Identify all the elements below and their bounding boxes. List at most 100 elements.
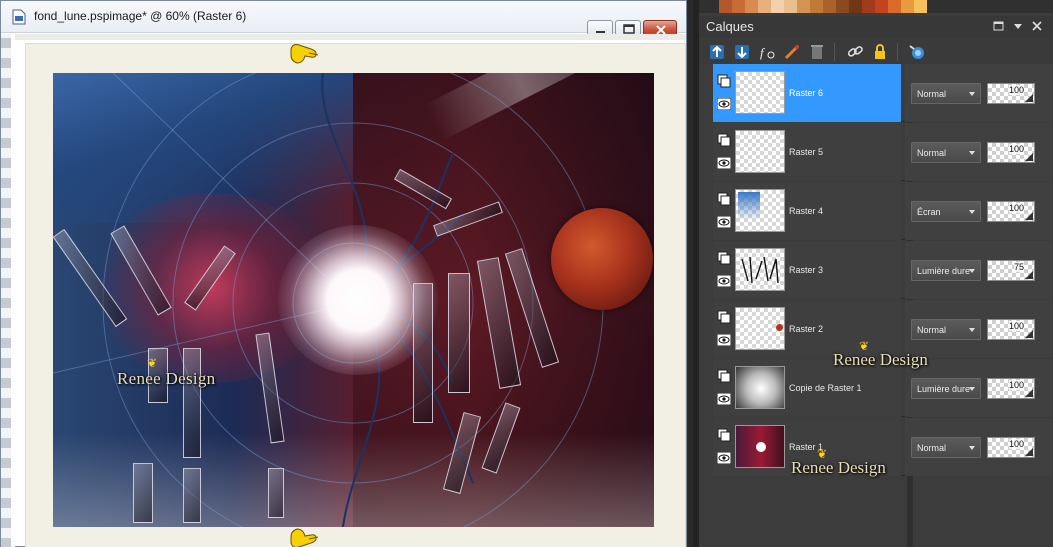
opacity-slider-handle-icon[interactable] — [1025, 389, 1033, 397]
opacity-value: 100 — [1008, 439, 1024, 449]
new-mask-layer-icon[interactable] — [732, 42, 752, 62]
layer-thumbnail[interactable] — [735, 248, 785, 291]
color-swatch[interactable] — [862, 0, 875, 13]
toolbar-separator — [834, 43, 835, 61]
layer-type-icon[interactable] — [717, 192, 731, 206]
new-layer-icon[interactable] — [707, 42, 727, 62]
color-palette-strip[interactable] — [699, 0, 1053, 13]
visibility-eye-icon[interactable] — [717, 157, 731, 169]
color-swatch[interactable] — [875, 0, 888, 13]
layer-thumbnail[interactable] — [735, 189, 785, 232]
art-shard — [183, 348, 201, 458]
chevron-down-icon — [969, 446, 975, 450]
chevron-down-icon — [969, 210, 975, 214]
layers-panel-titlebar[interactable]: Calques — [699, 16, 1053, 38]
layer-type-icon[interactable] — [717, 310, 731, 324]
layer-name-area[interactable]: Raster 4 — [713, 182, 901, 240]
layer-thumbnail[interactable] — [735, 425, 785, 468]
visibility-eye-icon[interactable] — [717, 334, 731, 346]
layer-type-icon[interactable] — [717, 133, 731, 147]
visibility-eye-icon[interactable] — [717, 98, 731, 110]
layer-name-area[interactable]: Raster 5 — [713, 123, 901, 181]
layer-row[interactable]: Raster 6 Normal 100 — [713, 64, 1053, 122]
link-layers-icon[interactable] — [845, 42, 865, 62]
chevron-down-icon — [969, 269, 975, 273]
delete-layer-icon[interactable] — [807, 42, 827, 62]
panel-close-icon[interactable] — [1031, 20, 1043, 32]
layer-type-icon[interactable] — [717, 428, 731, 442]
color-swatch[interactable] — [914, 0, 927, 13]
layer-thumbnail[interactable] — [735, 307, 785, 350]
visibility-eye-icon[interactable] — [717, 216, 731, 228]
opacity-field[interactable]: 100 — [987, 378, 1035, 399]
opacity-field[interactable]: 100 — [987, 201, 1035, 222]
opacity-slider-handle-icon[interactable] — [1025, 448, 1033, 456]
layer-thumbnail[interactable] — [735, 71, 785, 114]
opacity-field[interactable]: 100 — [987, 83, 1035, 104]
color-swatch[interactable] — [901, 0, 914, 13]
art-shard — [133, 463, 153, 523]
blend-mode-dropdown[interactable]: Lumière dure — [911, 378, 981, 399]
color-swatch[interactable] — [771, 0, 784, 13]
image-canvas[interactable]: ❦ Renee Design — [25, 43, 686, 547]
chevron-down-icon — [969, 387, 975, 391]
visibility-eye-icon[interactable] — [717, 275, 731, 287]
opacity-field[interactable]: 75 — [987, 260, 1035, 281]
color-swatch[interactable] — [888, 0, 901, 13]
layer-thumbnail[interactable] — [735, 366, 785, 409]
image-window-titlebar[interactable]: fond_lune.pspimage* @ 60% (Raster 6) — [1, 1, 686, 38]
artwork: ❦ Renee Design — [53, 73, 654, 527]
opacity-field[interactable]: 100 — [987, 437, 1035, 458]
blend-mode-dropdown[interactable]: Écran — [911, 201, 981, 222]
layer-name-area[interactable]: Raster 3 — [713, 241, 901, 299]
visibility-eye-icon[interactable] — [717, 393, 731, 405]
layer-effects-icon[interactable]: f — [757, 42, 777, 62]
blend-mode-value: Lumière dure — [917, 384, 971, 394]
opacity-slider-handle-icon[interactable] — [1025, 330, 1033, 338]
transparency-strip — [1, 34, 15, 547]
opacity-slider-handle-icon[interactable] — [1025, 94, 1033, 102]
layer-type-icon[interactable] — [717, 369, 731, 383]
color-swatch[interactable] — [823, 0, 836, 13]
color-swatch[interactable] — [784, 0, 797, 13]
opacity-slider-handle-icon[interactable] — [1025, 271, 1033, 279]
lock-icon[interactable] — [870, 42, 890, 62]
color-swatch[interactable] — [797, 0, 810, 13]
blend-mode-value: Lumière dure — [917, 266, 971, 276]
layer-row[interactable]: Raster 3 Lumière dure 75 — [713, 241, 1053, 299]
color-swatch[interactable] — [745, 0, 758, 13]
layer-row[interactable]: Raster 4 Écran 100 — [713, 182, 1053, 240]
color-swatch[interactable] — [810, 0, 823, 13]
blend-mode-dropdown[interactable]: Normal — [911, 142, 981, 163]
art-shard — [413, 283, 433, 423]
blend-mode-dropdown[interactable]: Normal — [911, 83, 981, 104]
visibility-eye-icon[interactable] — [717, 452, 731, 464]
color-swatch[interactable] — [836, 0, 849, 13]
art-watermark: Renee Design — [117, 369, 216, 388]
opacity-slider-handle-icon[interactable] — [1025, 212, 1033, 220]
blend-mode-dropdown[interactable]: Normal — [911, 319, 981, 340]
adjustment-layer-icon[interactable] — [782, 42, 802, 62]
opacity-field[interactable]: 100 — [987, 319, 1035, 340]
color-swatch[interactable] — [719, 0, 732, 13]
layer-type-icon[interactable] — [717, 74, 731, 88]
layer-thumbnail[interactable] — [735, 130, 785, 173]
color-swatch[interactable] — [732, 0, 745, 13]
blend-mode-value: Écran — [917, 207, 941, 217]
color-swatch[interactable] — [758, 0, 771, 13]
opacity-field[interactable]: 100 — [987, 142, 1035, 163]
image-window[interactable]: fond_lune.pspimage* @ 60% (Raster 6) ❦ R… — [0, 0, 687, 547]
blend-mode-dropdown[interactable]: Lumière dure — [911, 260, 981, 281]
layer-row[interactable]: Raster 5 Normal 100 — [713, 123, 1053, 181]
layer-name-area[interactable]: Raster 6 — [713, 64, 901, 122]
panel-menu-icon[interactable] — [1012, 20, 1024, 32]
opacity-slider-handle-icon[interactable] — [1025, 153, 1033, 161]
layer-type-icon[interactable] — [717, 251, 731, 265]
layer-name: Raster 6 — [789, 88, 824, 98]
color-swatch[interactable] — [849, 0, 862, 13]
blend-mode-dropdown[interactable]: Normal — [911, 437, 981, 458]
document-icon — [12, 9, 26, 25]
butterfly-icon: ❦ — [147, 356, 158, 370]
layer-properties-icon[interactable] — [907, 42, 927, 62]
restore-panel-icon[interactable] — [993, 20, 1005, 32]
